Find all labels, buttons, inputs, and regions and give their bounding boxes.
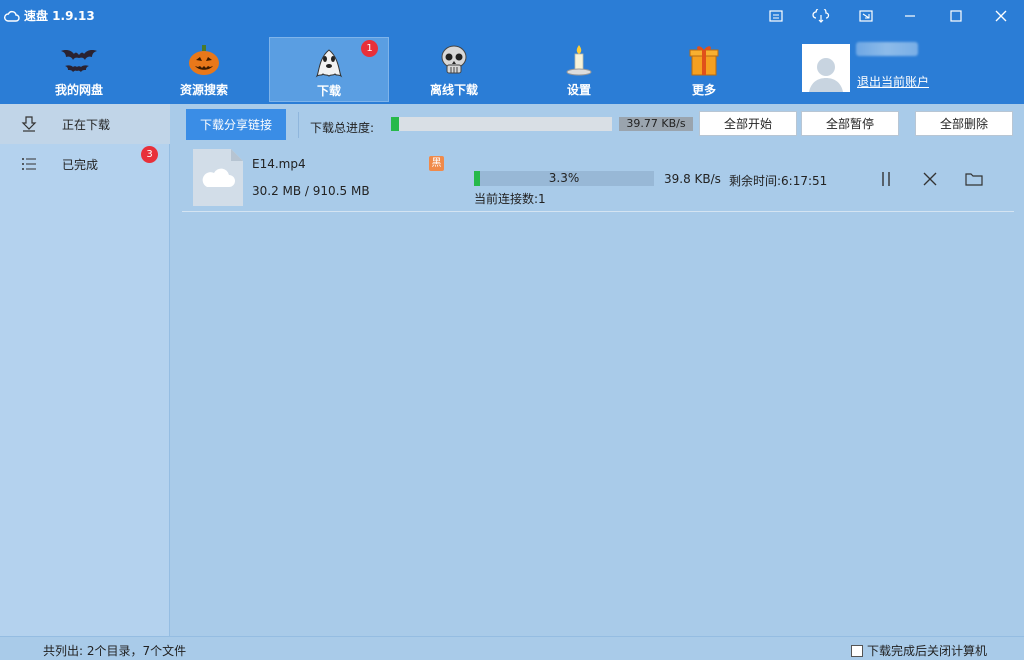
bat-icon xyxy=(61,50,97,72)
nav-label: 设置 xyxy=(566,83,591,97)
ghost-icon xyxy=(315,49,343,78)
skin-icon[interactable] xyxy=(809,4,833,28)
main-nav: 我的网盘 资源搜索 下载 1 离线下载 设置 更多 退出当前账户 xyxy=(0,32,1024,104)
status-summary: 共列出: 2个目录，7个文件 xyxy=(43,644,187,658)
file-name: E14.mp4 xyxy=(252,157,306,171)
shutdown-checkbox[interactable] xyxy=(851,644,863,657)
minimize-icon[interactable] xyxy=(898,4,922,28)
gift-box-icon xyxy=(689,46,719,76)
user-silhouette-icon xyxy=(809,58,843,92)
nav-label: 资源搜索 xyxy=(179,83,228,97)
item-speed: 39.8 KB/s xyxy=(664,172,721,186)
delete-all-button[interactable]: 全部删除 xyxy=(915,111,1013,136)
start-all-button[interactable]: 全部开始 xyxy=(699,111,797,136)
nav-label: 更多 xyxy=(691,83,716,97)
total-progress-label: 下载总进度: xyxy=(310,121,375,135)
maximize-icon[interactable] xyxy=(944,4,968,28)
toolbar: 下载分享链接 下载总进度: 39.77 KB/s 全部开始 全部暂停 全部删除 xyxy=(171,104,1024,144)
pumpkin-icon xyxy=(189,45,219,75)
logout-link[interactable]: 退出当前账户 xyxy=(857,73,929,90)
sidebar-item-label: 已完成 xyxy=(62,157,99,172)
skull-icon xyxy=(441,45,467,74)
item-remaining-time: 剩余时间:6:17:51 xyxy=(729,174,828,188)
candle-icon xyxy=(566,45,592,76)
nav-more[interactable]: 更多 xyxy=(644,37,764,102)
sidebar-item-completed[interactable]: 已完成 3 xyxy=(0,144,170,184)
user-name-redacted xyxy=(856,42,918,56)
nav-offline-download[interactable]: 离线下载 xyxy=(394,37,514,102)
shutdown-after-complete-option[interactable]: 下载完成后关闭计算机 xyxy=(851,642,987,659)
avatar[interactable] xyxy=(802,44,850,92)
total-progress-bar xyxy=(391,117,612,131)
item-progress-percent: 3.3% xyxy=(548,171,580,185)
sidebar: 正在下载 已完成 3 xyxy=(0,104,170,636)
minimize-to-tray-icon[interactable] xyxy=(854,4,878,28)
sidebar-item-label: 正在下载 xyxy=(62,117,111,132)
download-row[interactable]: E14.mp4 30.2 MB / 910.5 MB 黑 3.3% 39.8 K… xyxy=(182,145,1014,212)
download-arrow-icon xyxy=(21,116,37,132)
nav-label: 离线下载 xyxy=(429,83,478,97)
total-speed: 39.77 KB/s xyxy=(619,117,693,131)
status-bar: 共列出: 2个目录，7个文件 下载完成后关闭计算机 xyxy=(0,636,1024,660)
nav-label: 下载 xyxy=(316,84,341,98)
item-progress-bar: 3.3% xyxy=(474,171,654,186)
nav-settings[interactable]: 设置 xyxy=(519,37,639,102)
app-title-text: 速盘 1.9.13 xyxy=(24,9,95,23)
folder-icon[interactable] xyxy=(963,168,985,190)
toolbar-divider xyxy=(298,112,299,138)
file-size: 30.2 MB / 910.5 MB xyxy=(252,184,370,198)
sidebar-item-downloading[interactable]: 正在下载 xyxy=(0,104,170,144)
total-progress-fill xyxy=(391,117,399,131)
cancel-icon[interactable] xyxy=(919,168,941,190)
completed-count-badge: 3 xyxy=(141,146,158,163)
close-icon[interactable] xyxy=(989,4,1013,28)
black-badge: 黑 xyxy=(429,156,444,171)
nav-resource-search[interactable]: 资源搜索 xyxy=(144,37,264,102)
download-share-link-button[interactable]: 下载分享链接 xyxy=(186,109,286,140)
pause-all-button[interactable]: 全部暂停 xyxy=(801,111,899,136)
item-connections: 当前连接数:1 xyxy=(474,192,546,206)
nav-label: 我的网盘 xyxy=(54,83,103,97)
file-cloud-icon xyxy=(193,149,243,206)
cloud-icon xyxy=(4,10,20,22)
title-bar: 速盘 1.9.13 xyxy=(0,0,1024,32)
menu-icon[interactable] xyxy=(764,4,788,28)
app-title: 速盘 1.9.13 xyxy=(4,7,95,24)
nav-my-disk[interactable]: 我的网盘 xyxy=(19,37,139,102)
list-icon xyxy=(22,158,36,170)
pause-icon[interactable] xyxy=(875,168,897,190)
shutdown-label: 下载完成后关闭计算机 xyxy=(867,644,988,658)
download-count-badge: 1 xyxy=(361,40,378,57)
nav-download[interactable]: 下载 1 xyxy=(269,37,389,102)
